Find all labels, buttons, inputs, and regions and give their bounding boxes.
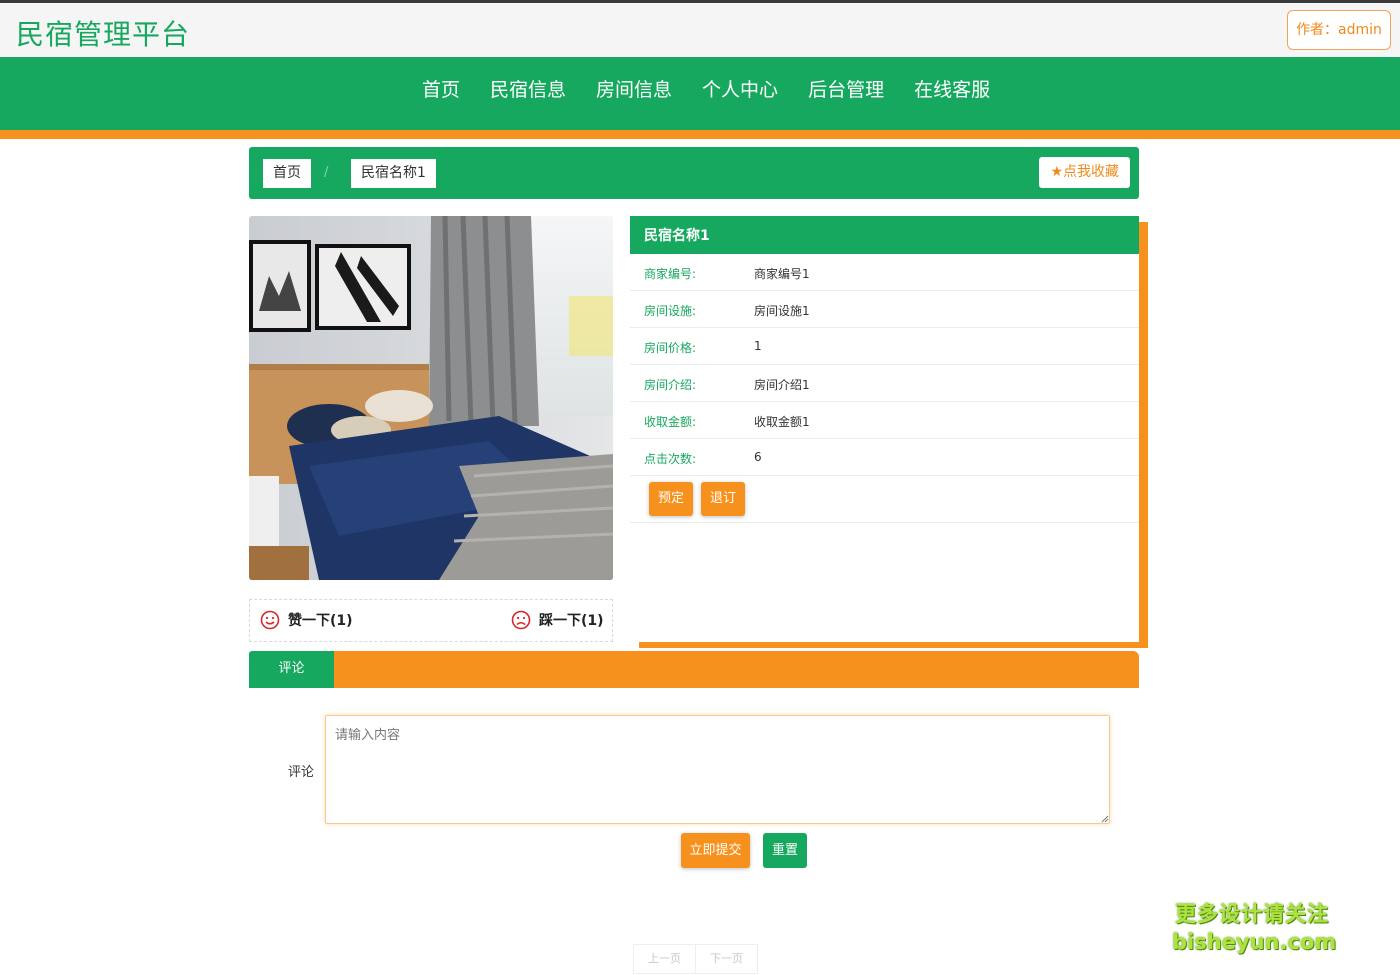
reset-button[interactable]: 重置	[763, 833, 807, 868]
room-photo	[249, 216, 613, 580]
resize-grip-icon[interactable]	[1101, 815, 1109, 823]
dislike-button[interactable]: 踩一下(1)	[511, 610, 604, 630]
nav-accent-stripe	[0, 130, 1400, 139]
frown-icon	[511, 610, 531, 630]
tab-bar: 评论	[249, 651, 1139, 688]
info-panel: 民宿名称1 商家编号: 商家编号1 房间设施: 房间设施1 房间价格: 1 房间…	[630, 216, 1139, 642]
nav-item-personal-center[interactable]: 个人中心	[687, 57, 793, 130]
breadcrumb-current[interactable]: 民宿名称1	[351, 159, 436, 188]
vote-box: 赞一下(1) 踩一下(1)	[249, 599, 613, 642]
comment-label: 评论	[288, 765, 315, 780]
site-header: 民宿管理平台 作者：admin	[0, 3, 1400, 57]
info-row: 房间设施: 房间设施1	[630, 291, 1139, 328]
info-row: 收取金额: 收取金额1	[630, 402, 1139, 439]
info-key: 房间价格:	[644, 341, 697, 355]
comment-input[interactable]	[325, 715, 1110, 824]
cancel-booking-button[interactable]: 退订	[701, 482, 745, 516]
nav-item-room-info[interactable]: 房间信息	[581, 57, 687, 130]
like-button[interactable]: 赞一下(1)	[260, 610, 353, 630]
info-row: 房间介绍: 房间介绍1	[630, 365, 1139, 402]
author-button[interactable]: 作者：admin	[1287, 10, 1391, 50]
submit-button[interactable]: 立即提交	[681, 833, 750, 868]
action-row: 预定 退订	[630, 476, 1139, 523]
smile-icon	[260, 610, 280, 630]
info-title: 民宿名称1	[630, 216, 1139, 254]
nav-item-homestay-info[interactable]: 民宿信息	[475, 57, 581, 130]
favorite-button[interactable]: ★点我收藏	[1039, 157, 1130, 188]
watermark: 更多设计请关注 bisheyun.com	[1172, 898, 1337, 954]
info-key: 房间设施:	[644, 304, 697, 318]
book-button[interactable]: 预定	[649, 482, 693, 516]
watermark-line2: bisheyun.com	[1172, 930, 1337, 954]
info-key: 房间介绍:	[644, 378, 697, 392]
info-row: 点击次数: 6	[630, 439, 1139, 476]
info-value: 商家编号1	[754, 267, 810, 281]
nav-item-home[interactable]: 首页	[407, 57, 475, 130]
star-icon: ★	[1050, 164, 1063, 180]
info-value: 收取金额1	[754, 415, 810, 429]
tab-comment[interactable]: 评论	[249, 651, 334, 688]
info-row: 商家编号: 商家编号1	[630, 254, 1139, 291]
info-value: 房间介绍1	[754, 378, 810, 392]
breadcrumb: 首页 / 民宿名称1 ★点我收藏	[249, 147, 1139, 199]
like-label: 赞一下(1)	[288, 613, 353, 629]
info-row: 房间价格: 1	[630, 328, 1139, 365]
watermark-line1: 更多设计请关注	[1175, 902, 1329, 926]
favorite-label: 点我收藏	[1063, 164, 1119, 180]
nav-item-online-service[interactable]: 在线客服	[899, 57, 1005, 130]
breadcrumb-home[interactable]: 首页	[263, 159, 311, 188]
pagination: 上一页 下一页	[633, 944, 758, 974]
info-key: 收取金额:	[644, 415, 697, 429]
main-nav: 首页 民宿信息 房间信息 个人中心 后台管理 在线客服	[0, 57, 1400, 130]
info-value: 6	[754, 450, 762, 464]
info-key: 商家编号:	[644, 267, 697, 281]
breadcrumb-separator: /	[324, 165, 329, 180]
info-value: 房间设施1	[754, 304, 810, 318]
info-key: 点击次数:	[644, 452, 697, 466]
prev-page-button[interactable]: 上一页	[634, 945, 695, 973]
info-value: 1	[754, 339, 762, 353]
dislike-label: 踩一下(1)	[539, 613, 604, 629]
site-title: 民宿管理平台	[16, 18, 191, 51]
nav-item-admin[interactable]: 后台管理	[793, 57, 899, 130]
next-page-button[interactable]: 下一页	[695, 945, 757, 973]
